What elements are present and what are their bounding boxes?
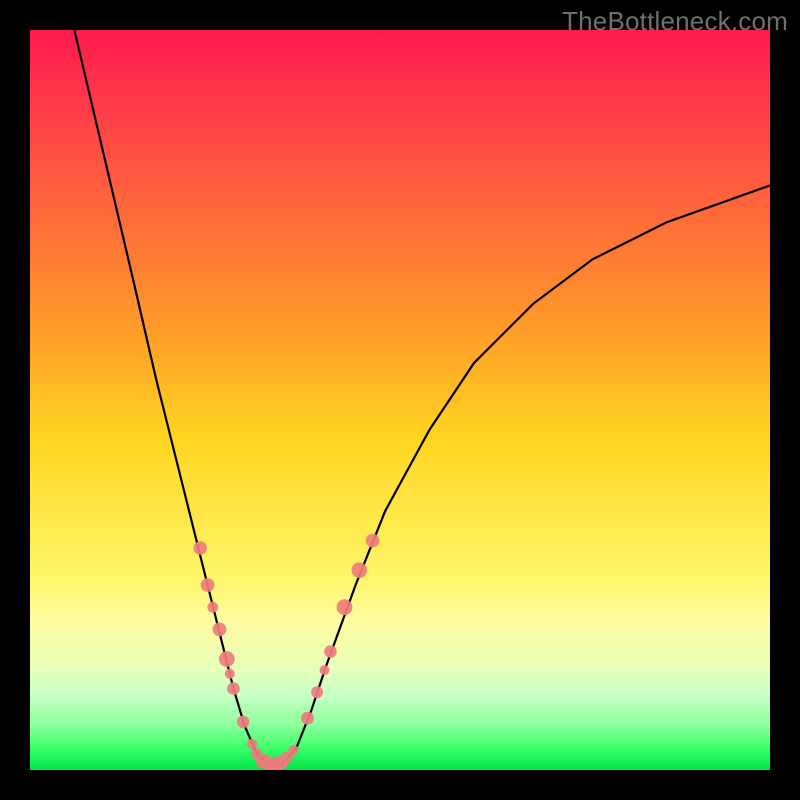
data-marker xyxy=(193,541,207,555)
data-marker xyxy=(237,716,249,728)
data-marker xyxy=(247,739,257,749)
data-marker xyxy=(311,686,323,698)
bottleneck-curve xyxy=(30,30,770,770)
data-marker xyxy=(320,665,330,675)
data-marker xyxy=(301,712,314,725)
chart-frame: TheBottleneck.com xyxy=(0,0,800,800)
data-marker xyxy=(337,599,353,615)
data-marker xyxy=(213,623,227,637)
data-marker xyxy=(227,682,240,695)
data-marker xyxy=(324,645,337,658)
curve-line xyxy=(74,30,770,765)
data-marker xyxy=(201,578,215,592)
data-marker xyxy=(219,651,235,667)
data-marker xyxy=(366,534,380,548)
data-marker xyxy=(225,669,235,679)
data-marker xyxy=(207,602,218,613)
plot-area xyxy=(30,30,770,770)
data-marker xyxy=(288,745,298,755)
data-marker xyxy=(352,562,368,578)
